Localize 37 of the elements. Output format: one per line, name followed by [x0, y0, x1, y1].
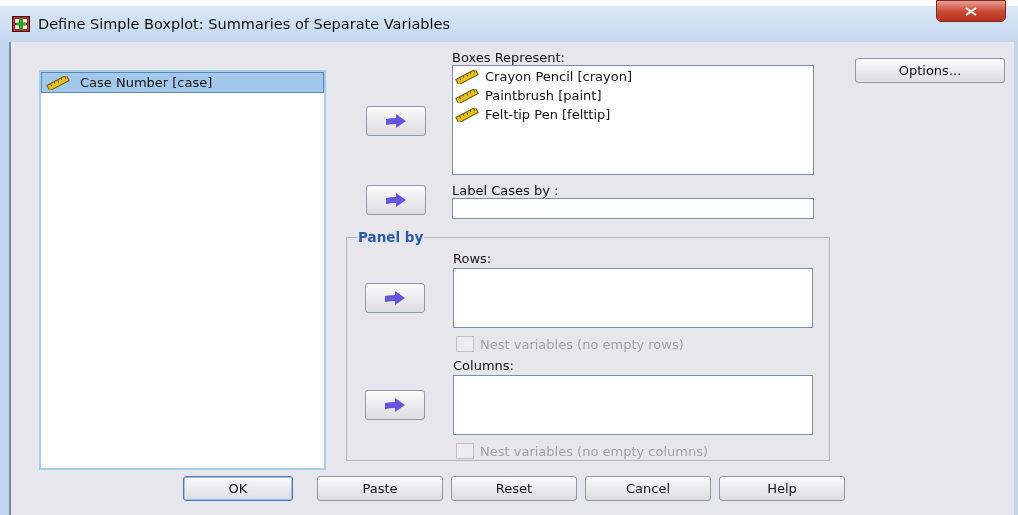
field-label: Rows:	[453, 251, 493, 266]
move-arrow-button[interactable]	[366, 185, 426, 215]
close-button[interactable]	[936, 0, 1006, 22]
field-label: Boxes Represent:	[452, 50, 566, 65]
group-title: Panel by	[357, 229, 425, 245]
checkbox-label: Nest variables (no empty rows)	[480, 336, 684, 352]
checkbox-label: Nest variables (no empty columns)	[480, 443, 708, 459]
variable-item[interactable]: Paintbrush [paint]	[453, 86, 813, 105]
dialog-button[interactable]: Cancel	[585, 476, 711, 501]
close-icon	[965, 6, 977, 16]
variable-item[interactable]: Case Number [case]	[41, 72, 324, 93]
dialog-button[interactable]: Help	[719, 476, 845, 501]
move-arrow-button[interactable]	[365, 390, 425, 420]
arrow-right-icon	[385, 193, 407, 207]
arrow-right-icon	[384, 398, 406, 412]
move-arrow-button[interactable]	[366, 106, 426, 136]
window-title: Define Simple Boxplot: Summaries of Separate Variables	[38, 16, 451, 32]
dialog-button[interactable]: Paste	[317, 476, 443, 501]
dialog-button[interactable]: Reset	[451, 476, 577, 501]
app-icon	[12, 16, 30, 32]
ruler-icon	[455, 69, 479, 84]
arrow-right-icon	[385, 114, 407, 128]
variable-item[interactable]: Felt-tip Pen [felttip]	[453, 105, 813, 124]
drop-list[interactable]	[453, 268, 813, 328]
variable-label: Case Number [case]	[80, 75, 213, 90]
variable-label: Felt-tip Pen [felttip]	[485, 107, 611, 122]
field-label: Columns:	[453, 358, 515, 373]
dialog-button[interactable]: OK	[183, 476, 293, 501]
drop-list[interactable]	[453, 375, 813, 435]
input-field[interactable]	[452, 198, 814, 219]
variable-label: Paintbrush [paint]	[485, 88, 602, 103]
options-button[interactable]: Options...	[855, 58, 1005, 83]
variable-label: Crayon Pencil [crayon]	[485, 69, 632, 84]
field-label: Label Cases by :	[452, 183, 560, 198]
move-arrow-button[interactable]	[365, 283, 425, 313]
arrow-right-icon	[384, 291, 406, 305]
variable-item[interactable]: Crayon Pencil [crayon]	[453, 67, 813, 86]
